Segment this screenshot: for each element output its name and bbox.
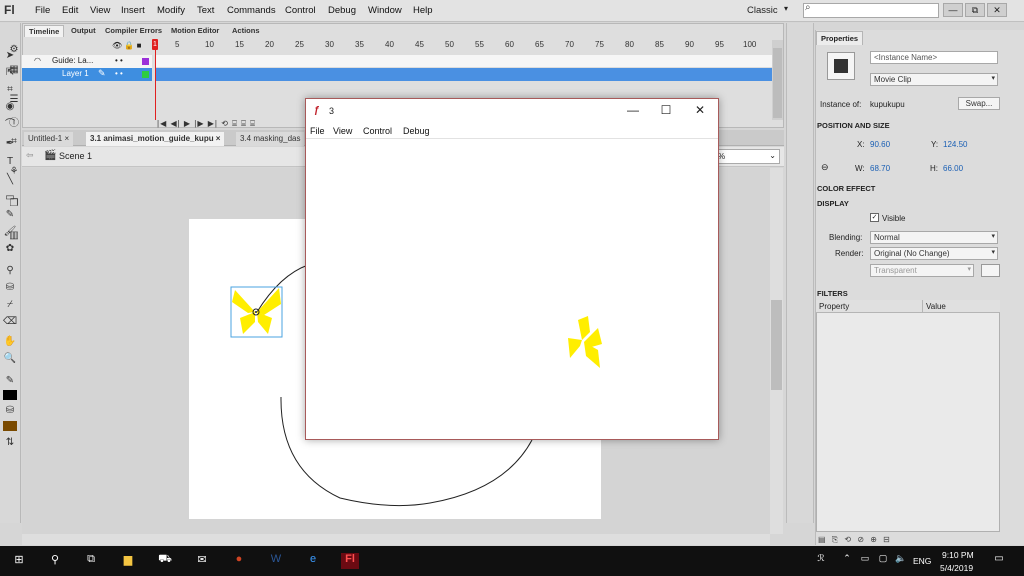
symbol-type-value: Movie Clip bbox=[874, 75, 912, 84]
instance-name-input[interactable]: <Instance Name> bbox=[870, 51, 998, 64]
flash-taskbar-icon[interactable]: Fl bbox=[341, 553, 359, 569]
y-value[interactable]: 124.50 bbox=[943, 140, 967, 149]
transform-panel-icon[interactable]: ⌗ bbox=[7, 136, 21, 150]
chevron-down-icon: ▾ bbox=[991, 75, 995, 82]
color-effect-section[interactable]: COLOR EFFECT bbox=[817, 184, 875, 193]
filters-header: Property Value bbox=[816, 300, 1000, 313]
network-icon[interactable]: ▭ bbox=[856, 553, 874, 569]
instance-of-label: Instance of: bbox=[820, 100, 862, 109]
player-close-button[interactable]: ✕ bbox=[690, 103, 710, 117]
swatches-panel-icon[interactable]: ▦ bbox=[7, 64, 21, 78]
symbol-type-select[interactable]: Movie Clip ▾ bbox=[870, 73, 998, 86]
file-explorer-icon[interactable]: ▆ bbox=[119, 553, 137, 569]
edge-icon[interactable]: e bbox=[304, 553, 322, 569]
chevron-down-icon: ▾ bbox=[967, 266, 971, 273]
butterfly-in-player bbox=[568, 316, 602, 368]
player-menu-file[interactable]: File bbox=[310, 126, 325, 136]
blending-select[interactable]: Normal ▾ bbox=[870, 231, 998, 244]
blending-value: Normal bbox=[874, 233, 900, 242]
chevron-down-icon: ▾ bbox=[991, 249, 995, 256]
player-title: 3 bbox=[329, 106, 335, 116]
library-panel-icon[interactable]: ❐ bbox=[7, 198, 21, 212]
player-maximize-button[interactable]: ☐ bbox=[656, 103, 676, 117]
flash-player-window[interactable] bbox=[305, 98, 719, 440]
filters-col-value: Value bbox=[926, 302, 946, 311]
color-panel-icon[interactable]: ⚙ bbox=[7, 44, 21, 58]
player-menu-control[interactable]: Control bbox=[363, 126, 392, 136]
player-menu-bar: File View Control Debug bbox=[306, 123, 718, 139]
clock-time[interactable]: 9:10 PM bbox=[942, 550, 974, 560]
filter-toolbar-icons[interactable]: ▤ ⎘ ⟲ ⊘ ⊕ ⊟ bbox=[818, 535, 892, 545]
link-icon[interactable]: ⊖ bbox=[821, 162, 829, 173]
y-label: Y: bbox=[931, 140, 939, 149]
chevron-up-icon[interactable]: ⌃ bbox=[838, 553, 856, 569]
h-value[interactable]: 66.00 bbox=[943, 164, 963, 173]
mail-icon[interactable]: ✉ bbox=[193, 553, 211, 569]
instance-of-value: kupukupu bbox=[870, 100, 905, 109]
visible-checkbox[interactable]: ✓ bbox=[870, 213, 879, 222]
powerpoint-icon[interactable]: ● bbox=[230, 553, 248, 569]
background-color-swatch[interactable] bbox=[981, 264, 1000, 277]
transparent-select[interactable]: Transparent ▾ bbox=[870, 264, 974, 277]
clock-date[interactable]: 5/4/2019 bbox=[940, 563, 973, 573]
column-divider bbox=[922, 300, 923, 313]
movie-clip-icon bbox=[827, 52, 855, 80]
store-icon[interactable]: ⛟ bbox=[156, 553, 174, 569]
language-indicator[interactable]: ENG bbox=[913, 556, 931, 566]
filters-table[interactable] bbox=[816, 300, 1000, 532]
filters-col-property: Property bbox=[819, 302, 850, 311]
render-select[interactable]: Original (No Change) ▾ bbox=[870, 247, 998, 260]
task-view-icon[interactable]: ⧉ bbox=[82, 553, 100, 569]
player-menu-view[interactable]: View bbox=[333, 126, 352, 136]
position-size-section[interactable]: POSITION AND SIZE bbox=[817, 121, 890, 130]
info-panel-icon[interactable]: ⓘ bbox=[7, 114, 21, 129]
x-value[interactable]: 90.60 bbox=[870, 140, 890, 149]
chevron-down-icon: ▾ bbox=[991, 233, 995, 240]
instance-name-placeholder: <Instance Name> bbox=[874, 53, 938, 62]
display-section[interactable]: DISPLAY bbox=[817, 199, 849, 208]
stage-scroll-thumb[interactable] bbox=[771, 300, 782, 390]
search-icon[interactable]: ⚲ bbox=[46, 553, 64, 569]
x-label: X: bbox=[857, 140, 865, 149]
people-icon[interactable]: ℛ bbox=[812, 553, 830, 569]
visible-label: Visible bbox=[882, 214, 906, 223]
render-label: Render: bbox=[835, 249, 864, 258]
stage-horizontal-scrollbar[interactable] bbox=[22, 534, 770, 545]
player-minimize-button[interactable]: — bbox=[623, 103, 643, 117]
butterfly-on-stage bbox=[232, 288, 281, 334]
align-panel-icon[interactable]: ☰ bbox=[7, 94, 21, 108]
filters-section[interactable]: FILTERS bbox=[817, 289, 848, 298]
notifications-icon[interactable]: ▭ bbox=[990, 553, 1008, 569]
tab-properties[interactable]: Properties bbox=[816, 31, 864, 45]
word-icon[interactable]: W bbox=[267, 553, 285, 569]
components-panel-icon[interactable]: ⚘ bbox=[7, 166, 21, 180]
player-menu-debug[interactable]: Debug bbox=[403, 126, 430, 136]
transparent-value: Transparent bbox=[874, 266, 917, 275]
windows-start-icon[interactable]: ⊞ bbox=[10, 553, 28, 569]
swap-button[interactable]: Swap... bbox=[958, 97, 1000, 110]
flash-player-icon: ƒ bbox=[314, 105, 320, 116]
volume-icon[interactable]: 🔈 bbox=[892, 553, 910, 569]
blending-label: Blending: bbox=[829, 233, 863, 242]
panel-icon-strip bbox=[786, 23, 814, 523]
w-value[interactable]: 68.70 bbox=[870, 164, 890, 173]
motion-presets-icon[interactable]: ▥ bbox=[7, 230, 21, 244]
w-label: W: bbox=[855, 164, 865, 173]
h-label: H: bbox=[930, 164, 938, 173]
battery-icon[interactable]: ▢ bbox=[874, 553, 892, 569]
render-value: Original (No Change) bbox=[874, 249, 950, 258]
